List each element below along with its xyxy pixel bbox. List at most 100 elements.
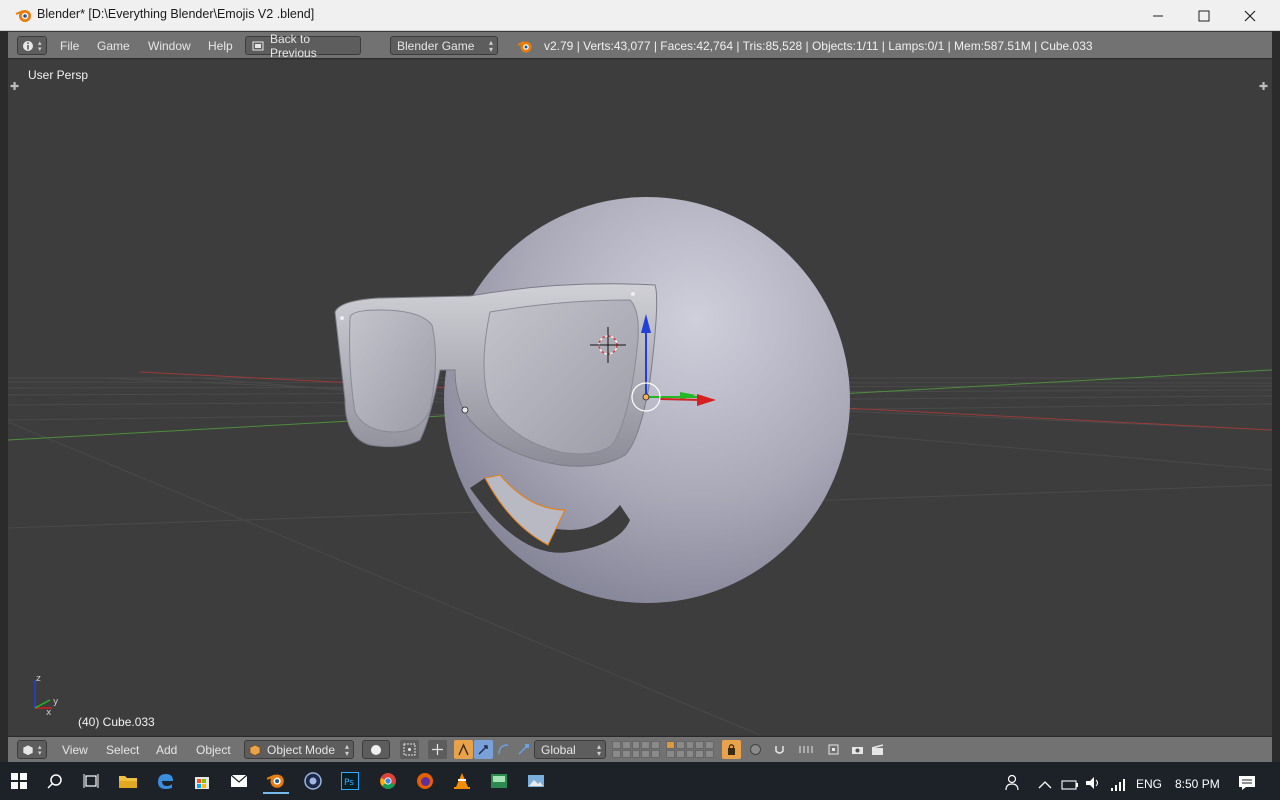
snap-increment-icon <box>799 746 813 753</box>
layer-lock-icon <box>728 744 735 755</box>
taskbar-blender[interactable] <box>263 768 289 794</box>
snap-target-button[interactable] <box>824 740 843 759</box>
scale-tool-button[interactable] <box>514 740 533 759</box>
people-icon[interactable] <box>1005 773 1023 795</box>
network-signal-icon[interactable] <box>1110 776 1126 795</box>
taskbar-file-explorer[interactable] <box>115 768 141 794</box>
axis-z-label: z <box>36 674 41 684</box>
layers-group-2[interactable] <box>666 741 714 758</box>
action-center-icon[interactable] <box>1238 775 1256 795</box>
taskbar-clock[interactable]: 8:50 PM <box>1175 777 1220 791</box>
language-indicator[interactable]: ENG <box>1136 777 1162 791</box>
blender-logo-icon <box>15 10 31 22</box>
render-animation-button[interactable] <box>868 740 887 759</box>
magnet-icon <box>775 746 784 754</box>
close-button[interactable] <box>1227 0 1273 31</box>
menu-window[interactable]: Window <box>148 39 191 53</box>
manipulator-toggle-button[interactable] <box>428 740 447 759</box>
info-editor-type-button[interactable]: ▴ ▾ <box>17 36 47 55</box>
render-engine-label: Blender Game <box>397 38 475 53</box>
menu-game[interactable]: Game <box>97 39 130 53</box>
snap-element-select[interactable] <box>792 740 822 759</box>
blender-logo-icon <box>266 774 284 788</box>
snap-toggle-button[interactable] <box>770 740 789 759</box>
taskbar-mail[interactable] <box>226 768 252 794</box>
taskbar-app-green[interactable] <box>486 768 512 794</box>
layers-group-1[interactable] <box>612 741 660 758</box>
maximize-icon <box>1198 10 1210 21</box>
translate-icon <box>458 743 469 756</box>
translate-tool-button[interactable] <box>454 740 473 759</box>
close-icon <box>1244 10 1256 21</box>
minimize-button[interactable] <box>1135 0 1181 31</box>
glasses-mesh[interactable] <box>334 283 658 467</box>
chrome-icon <box>380 773 396 789</box>
proportional-circle-icon <box>750 744 761 755</box>
lock-camera-button[interactable] <box>722 740 741 759</box>
viewport-shading-select[interactable] <box>362 740 390 759</box>
render-opengl-button[interactable] <box>848 740 867 759</box>
updown-arrows-icon: ▴ ▾ <box>488 38 493 54</box>
start-button[interactable] <box>6 768 32 794</box>
transform-orientation-label: Global <box>541 742 576 757</box>
rotate-mode-button[interactable] <box>494 740 513 759</box>
axis-x-label: x <box>46 708 52 718</box>
taskbar-firefox[interactable] <box>412 768 438 794</box>
window-title: Blender* [D:\Everything Blender\Emojis V… <box>37 7 315 21</box>
taskbar-photoshop[interactable]: Ps <box>337 768 363 794</box>
folder-icon <box>119 776 137 788</box>
volume-icon[interactable] <box>1085 775 1103 794</box>
updown-arrows-icon: ▴ ▾ <box>344 742 349 758</box>
green-app-icon <box>491 774 507 788</box>
taskbar-edge[interactable] <box>152 768 178 794</box>
taskbar-store[interactable] <box>189 768 215 794</box>
menu-file[interactable]: File <box>60 39 79 53</box>
menu-add[interactable]: Add <box>156 743 177 757</box>
blender-logo-icon <box>517 41 532 53</box>
minimize-icon <box>1153 15 1163 16</box>
rotate-icon <box>478 745 488 755</box>
task-view-button[interactable] <box>78 768 104 794</box>
taskbar-vlc[interactable] <box>449 768 475 794</box>
active-object-info: (40) Cube.033 <box>78 715 155 729</box>
menu-object[interactable]: Object <box>196 743 231 757</box>
rotate-tool-button[interactable] <box>474 740 493 759</box>
battery-icon[interactable] <box>1061 776 1079 795</box>
render-engine-select[interactable]: Blender Game ▴ ▾ <box>390 36 498 55</box>
svg-text:Ps: Ps <box>344 778 354 788</box>
store-bag-icon <box>195 777 209 789</box>
search-icon <box>47 774 62 789</box>
interaction-mode-select[interactable]: Object Mode ▴ ▾ <box>244 740 354 759</box>
back-to-previous-button[interactable]: Back to Previous <box>245 32 361 60</box>
3d-viewport[interactable] <box>8 60 1272 735</box>
maximize-button[interactable] <box>1181 0 1227 31</box>
menu-select[interactable]: Select <box>106 743 139 757</box>
clapperboard-icon <box>871 744 884 755</box>
viewport-scene[interactable] <box>8 60 1272 735</box>
pivot-point-button[interactable] <box>400 740 419 759</box>
snap-target-icon <box>828 744 839 755</box>
edge-browser-icon <box>158 774 173 789</box>
taskbar-cinema4d[interactable] <box>300 768 326 794</box>
bounding-box-pivot-icon <box>403 743 416 756</box>
scale-icon <box>518 744 529 755</box>
taskbar-image-viewer[interactable] <box>523 768 549 794</box>
firefox-icon <box>417 773 433 789</box>
screen-back-icon <box>252 41 264 50</box>
taskbar-chrome[interactable] <box>375 768 401 794</box>
3d-editor-type-button[interactable]: ▴ ▾ <box>17 740 47 759</box>
show-hidden-icons-chevron-icon[interactable] <box>1038 776 1052 795</box>
menu-help[interactable]: Help <box>208 39 233 53</box>
transform-orientation-select[interactable]: Global ▴ ▾ <box>534 740 606 759</box>
search-button[interactable] <box>42 768 68 794</box>
info-icon <box>23 40 33 51</box>
interaction-mode-label: Object Mode <box>267 742 336 757</box>
updown-arrows-icon: ▴ ▾ <box>596 742 601 758</box>
properties-toggle-icon[interactable]: ✚ <box>1259 81 1269 92</box>
solid-shading-icon <box>371 744 381 755</box>
toolshelf-toggle-icon[interactable]: ✚ <box>10 81 20 92</box>
menu-view[interactable]: View <box>62 743 88 757</box>
proportional-edit-button[interactable] <box>746 740 765 759</box>
cinema4d-icon <box>304 772 322 790</box>
camera-icon <box>852 747 863 754</box>
